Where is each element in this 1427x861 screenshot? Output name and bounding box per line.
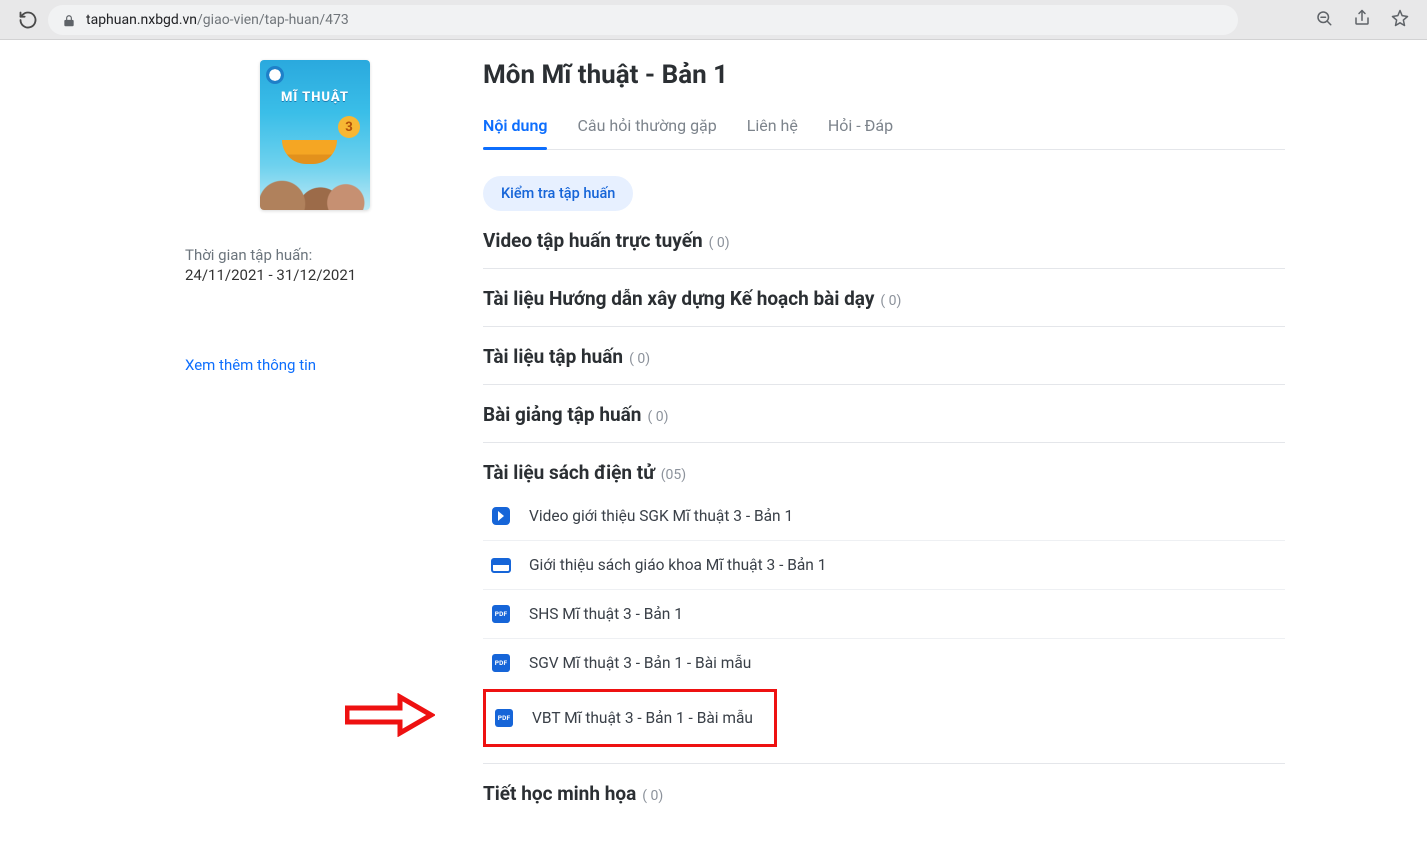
doc-item-video-intro[interactable]: Video giới thiệu SGK Mĩ thuật 3 - Bản 1: [483, 492, 1285, 540]
doc-item-vbt[interactable]: PDF VBT Mĩ thuật 3 - Bản 1 - Bài mẫu: [492, 694, 768, 742]
section-count: ( 0): [709, 235, 730, 251]
section-title: Video tập huấn trực tuyến: [483, 229, 703, 252]
chrome-actions: [1315, 9, 1409, 31]
doc-item-shs[interactable]: PDF SHS Mĩ thuật 3 - Bản 1: [483, 589, 1285, 638]
doc-list: Video giới thiệu SGK Mĩ thuật 3 - Bản 1 …: [483, 492, 1285, 747]
star-icon[interactable]: [1391, 9, 1409, 31]
section-bai-giang-tap-huan[interactable]: Bài giảng tập huấn ( 0): [483, 385, 1285, 443]
section-title: Tài liệu Hướng dẫn xây dựng Kế hoạch bài…: [483, 287, 874, 310]
section-count: ( 0): [880, 293, 901, 309]
browser-toolbar: taphuan.nxbgd.vn/giao-vien/tap-huan/473: [0, 0, 1427, 40]
cover-grade-badge: 3: [338, 116, 360, 138]
pdf-icon: PDF: [491, 604, 511, 624]
pdf-icon: PDF: [494, 708, 514, 728]
section-tai-lieu-sach-dien-tu: Tài liệu sách điện tử (05) Video giới th…: [483, 443, 1285, 764]
section-title: Tài liệu tập huấn: [483, 345, 623, 368]
doc-item-slide-intro[interactable]: Giới thiệu sách giáo khoa Mĩ thuật 3 - B…: [483, 540, 1285, 589]
lock-icon: [62, 13, 76, 27]
url-text: taphuan.nxbgd.vn/giao-vien/tap-huan/473: [86, 12, 349, 28]
url-path: /giao-vien/tap-huan/473: [197, 12, 349, 28]
highlight-box: PDF VBT Mĩ thuật 3 - Bản 1 - Bài mẫu: [483, 689, 777, 747]
section-title: Tài liệu sách điện tử: [483, 461, 655, 484]
section-tai-lieu-huong-dan[interactable]: Tài liệu Hướng dẫn xây dựng Kế hoạch bài…: [483, 269, 1285, 327]
cover-art-rocks: [260, 150, 370, 210]
section-video-tap-huan-truc-tuyen[interactable]: Video tập huấn trực tuyến ( 0): [483, 211, 1285, 269]
section-count: ( 0): [642, 788, 663, 804]
pdf-icon: PDF: [491, 653, 511, 673]
check-training-button[interactable]: Kiểm tra tập huấn: [483, 176, 633, 211]
section-head[interactable]: Tài liệu sách điện tử (05): [483, 461, 1285, 484]
section-title: Bài giảng tập huấn: [483, 403, 641, 426]
slide-icon: [491, 555, 511, 575]
more-info-link[interactable]: Xem thêm thông tin: [185, 356, 316, 374]
page-title: Môn Mĩ thuật - Bản 1: [483, 60, 1285, 90]
section-tiet-hoc-minh-hoa[interactable]: Tiết học minh họa ( 0): [483, 764, 1285, 821]
tabs: Nội dung Câu hỏi thường gặp Liên hệ Hỏi …: [483, 90, 1285, 150]
section-count: ( 0): [647, 409, 668, 425]
doc-item-sgv[interactable]: PDF SGV Mĩ thuật 3 - Bản 1 - Bài mẫu: [483, 638, 1285, 687]
cover-title: MĨ THUẬT: [260, 90, 370, 105]
url-host: taphuan.nxbgd.vn: [86, 12, 197, 28]
play-icon: [491, 506, 511, 526]
section-title: Tiết học minh họa: [483, 782, 636, 805]
tab-lien-he[interactable]: Liên hệ: [747, 108, 798, 149]
doc-label: SGV Mĩ thuật 3 - Bản 1 - Bài mẫu: [529, 654, 751, 672]
training-period: Thời gian tập huấn: 24/11/2021 - 31/12/2…: [185, 246, 356, 284]
arrow-annotation-icon: [345, 693, 435, 737]
zoom-out-icon[interactable]: [1315, 9, 1333, 31]
book-cover: MĨ THUẬT 3: [260, 60, 370, 210]
tab-cau-hoi-thuong-gap[interactable]: Câu hỏi thường gặp: [577, 108, 716, 149]
reload-icon[interactable]: [18, 10, 38, 30]
address-bar[interactable]: taphuan.nxbgd.vn/giao-vien/tap-huan/473: [48, 5, 1238, 35]
training-period-dates: 24/11/2021 - 31/12/2021: [185, 266, 356, 284]
main: Môn Mĩ thuật - Bản 1 Nội dung Câu hỏi th…: [483, 60, 1285, 821]
section-count: (05): [661, 467, 686, 483]
doc-label: SHS Mĩ thuật 3 - Bản 1: [529, 605, 683, 623]
tab-noi-dung[interactable]: Nội dung: [483, 108, 547, 149]
tab-hoi-dap[interactable]: Hỏi - Đáp: [828, 108, 893, 149]
share-icon[interactable]: [1353, 9, 1371, 31]
doc-label: Video giới thiệu SGK Mĩ thuật 3 - Bản 1: [529, 507, 793, 525]
page-content: MĨ THUẬT 3 Thời gian tập huấn: 24/11/202…: [185, 40, 1285, 861]
doc-label: VBT Mĩ thuật 3 - Bản 1 - Bài mẫu: [532, 709, 753, 727]
training-period-label: Thời gian tập huấn:: [185, 246, 356, 264]
doc-label: Giới thiệu sách giáo khoa Mĩ thuật 3 - B…: [529, 556, 826, 574]
section-count: ( 0): [629, 351, 650, 367]
section-tai-lieu-tap-huan[interactable]: Tài liệu tập huấn ( 0): [483, 327, 1285, 385]
annotation-wrapper: PDF VBT Mĩ thuật 3 - Bản 1 - Bài mẫu: [483, 689, 1285, 747]
